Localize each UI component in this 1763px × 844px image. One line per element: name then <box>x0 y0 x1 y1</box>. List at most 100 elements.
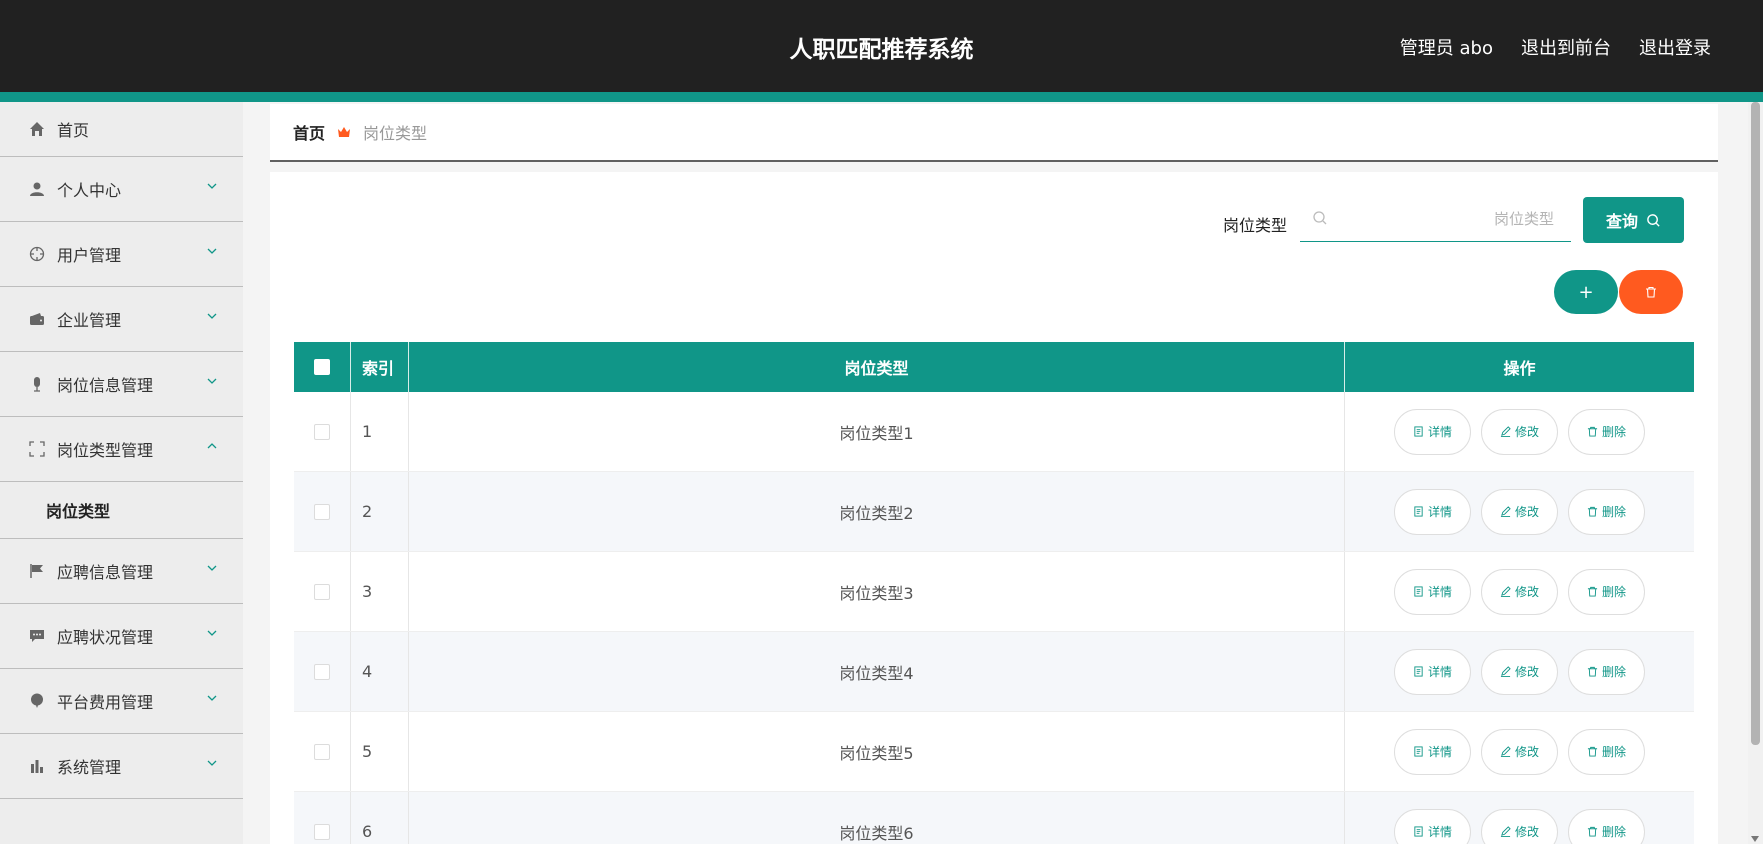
delete-button[interactable]: 删除 <box>1568 728 1645 775</box>
scroll-down-arrow-icon[interactable] <box>1751 836 1759 842</box>
scrollbar-thumb[interactable] <box>1751 102 1760 745</box>
sidebar-subitem-job-type[interactable]: 岗位类型 <box>0 482 243 539</box>
search-icon <box>1647 213 1660 227</box>
sidebar-item-platform-fee-management[interactable]: 平台费用管理 <box>0 669 243 734</box>
delete-button[interactable]: 删除 <box>1568 648 1645 695</box>
wallet-icon <box>28 310 46 328</box>
logout-link[interactable]: 退出登录 <box>1639 34 1711 60</box>
row-checkbox[interactable] <box>314 663 330 680</box>
row-job-type: 岗位类型5 <box>409 712 1345 791</box>
delete-button[interactable]: 删除 <box>1568 488 1645 535</box>
sidebar-item-application-status-management[interactable]: 应聘状况管理 <box>0 604 243 669</box>
add-button[interactable]: + <box>1554 270 1618 314</box>
detail-button[interactable]: 详情 <box>1394 648 1471 695</box>
row-job-type: 岗位类型6 <box>409 792 1345 844</box>
pencil-icon <box>1500 746 1511 757</box>
header-operations: 操作 <box>1503 359 1536 378</box>
sidebar: 首页 个人中心 用户管理 企业管理 岗位信息管理 岗位类型管理 岗位类型 应聘信… <box>0 102 243 844</box>
edit-label: 修改 <box>1514 665 1539 679</box>
breadcrumb: 首页 岗位类型 <box>270 104 1718 162</box>
row-checkbox[interactable] <box>314 423 330 440</box>
edit-button[interactable]: 修改 <box>1481 568 1558 615</box>
sidebar-item-enterprise-management[interactable]: 企业管理 <box>0 287 243 352</box>
row-operations: 详情 修改 删除 <box>1345 472 1694 551</box>
row-checkbox-cell <box>294 552 351 631</box>
row-checkbox-cell <box>294 712 351 791</box>
query-button[interactable]: 查询 <box>1583 197 1684 243</box>
select-all-checkbox[interactable] <box>314 359 330 375</box>
row-index: 4 <box>351 632 409 711</box>
search-box <box>1300 196 1571 242</box>
pencil-icon <box>1500 666 1511 677</box>
document-icon <box>1414 426 1423 437</box>
row-operations: 详情 修改 删除 <box>1345 632 1694 711</box>
sidebar-item-label: 岗位类型管理 <box>57 441 154 460</box>
main-panel: 岗位类型 查询 + 索引 岗位类型 操作 1岗位类型1详情修改删除2岗位类型2详… <box>270 172 1718 844</box>
admin-user-link[interactable]: 管理员 abo <box>1400 34 1493 60</box>
row-checkbox[interactable] <box>314 583 330 600</box>
query-button-label: 查询 <box>1605 212 1638 231</box>
exit-to-frontend-link[interactable]: 退出到前台 <box>1521 34 1611 60</box>
sidebar-item-user-management[interactable]: 用户管理 <box>0 222 243 287</box>
search-icon <box>1313 211 1327 225</box>
edit-button[interactable]: 修改 <box>1481 408 1558 455</box>
header-job-type: 岗位类型 <box>409 342 1345 392</box>
sidebar-item-label: 个人中心 <box>57 181 122 200</box>
crosshair-icon <box>28 245 46 263</box>
table-body: 1 岗位类型1 详情 修改 删除 2 岗位类型2 详情 修改 删除 3 岗位类型3 详情 修改 删除 4 岗位类… <box>294 392 1694 844</box>
trash-icon <box>1587 826 1598 837</box>
delete-label: 删除 <box>1601 665 1626 679</box>
detail-button[interactable]: 详情 <box>1394 408 1471 455</box>
detail-label: 详情 <box>1427 505 1452 519</box>
row-job-type: 岗位类型4 <box>409 632 1345 711</box>
edit-button[interactable]: 修改 <box>1481 648 1558 695</box>
detail-button[interactable]: 详情 <box>1394 488 1471 535</box>
row-operations: 详情 修改 删除 <box>1345 552 1694 631</box>
edit-button[interactable]: 修改 <box>1481 808 1558 844</box>
document-icon <box>1414 746 1423 757</box>
sidebar-item-job-info-management[interactable]: 岗位信息管理 <box>0 352 243 417</box>
row-job-type: 岗位类型3 <box>409 552 1345 631</box>
delete-label: 删除 <box>1601 585 1626 599</box>
header-links: 管理员 abo 退出到前台 退出登录 <box>1400 34 1711 60</box>
sidebar-item-label: 系统管理 <box>57 758 122 777</box>
job-type-table: 索引 岗位类型 操作 1 岗位类型1 详情 修改 删除 2 岗位类型2 详情 修改 删除 3 岗位类型… <box>294 342 1694 844</box>
row-checkbox[interactable] <box>314 743 330 760</box>
chevron-down-icon <box>207 248 217 254</box>
edit-label: 修改 <box>1514 505 1539 519</box>
row-checkbox[interactable] <box>314 503 330 520</box>
home-icon <box>28 120 46 138</box>
delete-button[interactable]: 删除 <box>1568 808 1645 844</box>
edit-label: 修改 <box>1514 585 1539 599</box>
sidebar-item-home[interactable]: 首页 <box>0 102 243 157</box>
delete-label: 删除 <box>1601 425 1626 439</box>
search-input[interactable] <box>1340 206 1554 232</box>
sidebar-item-job-type-management[interactable]: 岗位类型管理 <box>0 417 243 482</box>
document-icon <box>1414 666 1423 677</box>
delete-button[interactable]: 删除 <box>1568 568 1645 615</box>
page-scrollbar[interactable] <box>1748 102 1763 844</box>
chevron-down-icon <box>207 565 217 571</box>
chevron-up-icon <box>207 443 217 449</box>
sidebar-item-system-management[interactable]: 系统管理 <box>0 734 243 799</box>
table-header: 索引 岗位类型 操作 <box>294 342 1694 392</box>
breadcrumb-current: 岗位类型 <box>363 124 428 143</box>
detail-button[interactable]: 详情 <box>1394 728 1471 775</box>
table-row: 4 岗位类型4 详情 修改 删除 <box>294 632 1694 712</box>
chevron-down-icon <box>207 695 217 701</box>
detail-button[interactable]: 详情 <box>1394 808 1471 844</box>
edit-button[interactable]: 修改 <box>1481 728 1558 775</box>
pencil-icon <box>1500 586 1511 597</box>
sidebar-item-label: 用户管理 <box>57 246 122 265</box>
batch-delete-button[interactable] <box>1619 270 1683 314</box>
delete-label: 删除 <box>1601 505 1626 519</box>
detail-button[interactable]: 详情 <box>1394 568 1471 615</box>
edit-button[interactable]: 修改 <box>1481 488 1558 535</box>
delete-button[interactable]: 删除 <box>1568 408 1645 455</box>
row-checkbox[interactable] <box>314 823 330 840</box>
row-index: 6 <box>351 792 409 844</box>
sidebar-item-personal-center[interactable]: 个人中心 <box>0 157 243 222</box>
breadcrumb-home[interactable]: 首页 <box>293 120 325 144</box>
sidebar-item-application-info-management[interactable]: 应聘信息管理 <box>0 539 243 604</box>
table-row: 2 岗位类型2 详情 修改 删除 <box>294 472 1694 552</box>
